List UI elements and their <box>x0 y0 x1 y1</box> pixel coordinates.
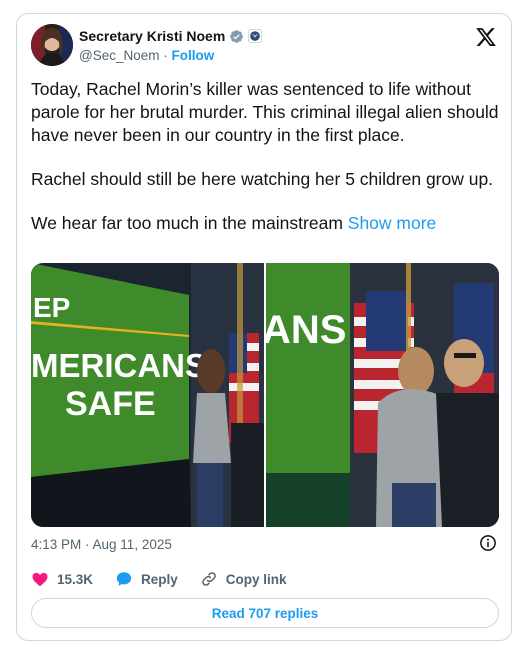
reply-bubble-icon <box>116 572 132 586</box>
avatar[interactable] <box>31 24 73 66</box>
sign-text-line1: EP <box>33 292 70 323</box>
tweet-card: Secretary Kristi Noem @Sec_Noem · Follow… <box>16 13 512 641</box>
verified-badge-icon <box>230 29 244 43</box>
x-logo-icon[interactable] <box>475 26 497 48</box>
government-badge-icon <box>248 29 263 43</box>
author-row: Secretary Kristi Noem <box>79 28 263 44</box>
copy-link-label: Copy link <box>225 571 287 587</box>
follow-button[interactable]: Follow <box>172 48 215 63</box>
author-name[interactable]: Secretary Kristi Noem <box>79 28 225 44</box>
handle-row: @Sec_Noem · Follow <box>79 48 214 63</box>
show-more-link[interactable]: Show more <box>348 213 437 233</box>
info-icon[interactable] <box>479 534 497 552</box>
like-button[interactable]: 15.3K <box>31 570 93 588</box>
post-paragraph-text: We hear far too much in the mainstream <box>31 213 343 233</box>
post-paragraph: Rachel should still be here watching her… <box>31 169 494 189</box>
post-text: Today, Rachel Morin’s killer was sentenc… <box>31 78 501 256</box>
photo-left[interactable]: EP MERICANS SAFE <box>31 263 264 527</box>
separator-dot: · <box>163 48 168 63</box>
sign-text-right: ANS <box>266 308 346 352</box>
reply-label: Reply <box>141 571 178 587</box>
action-bar: 15.3K Reply Copy link <box>31 570 309 588</box>
post-paragraph: We hear far too much in the mainstream S… <box>31 212 501 235</box>
like-count: 15.3K <box>57 571 94 587</box>
link-icon <box>202 572 216 586</box>
heart-icon <box>32 572 48 587</box>
author-handle[interactable]: @Sec_Noem <box>79 48 160 63</box>
photo-right[interactable]: ANS <box>266 263 499 527</box>
reply-button[interactable]: Reply <box>115 570 178 588</box>
timestamp[interactable]: 4:13 PM · Aug 11, 2025 <box>31 537 172 552</box>
copy-link-button[interactable]: Copy link <box>200 570 287 588</box>
sign-text-line3: SAFE <box>65 385 156 423</box>
post-paragraph: Today, Rachel Morin’s killer was sentenc… <box>31 79 499 145</box>
media-grid: EP MERICANS SAFE ANS <box>31 263 499 527</box>
read-replies-button[interactable]: Read 707 replies <box>31 598 499 628</box>
sign-text-line2: MERICANS <box>31 347 207 384</box>
